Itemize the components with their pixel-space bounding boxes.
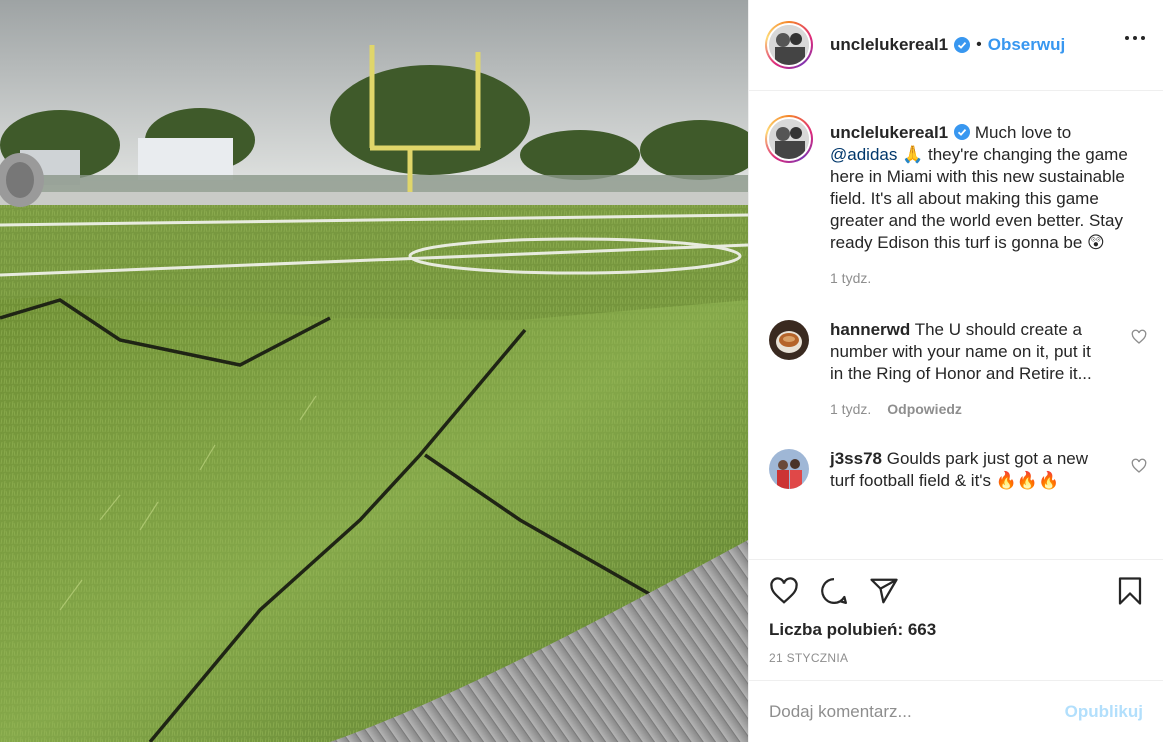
follow-button[interactable]: Obserwuj — [988, 35, 1065, 55]
comment-like-heart-icon[interactable] — [1131, 458, 1147, 474]
add-comment-bar: Opublikuj — [749, 680, 1163, 742]
post-side-panel: unclelukereal1 • Obserwuj unclelukereal1… — [748, 0, 1163, 742]
comment-username[interactable]: hannerwd — [830, 320, 910, 339]
more-options-icon[interactable] — [1125, 36, 1145, 40]
turf-field-photo — [0, 0, 748, 742]
like-count[interactable]: Liczba polubień: 663 — [769, 620, 936, 640]
comments-list[interactable]: unclelukereal1 Much love to @adidas 🙏 th… — [749, 91, 1163, 559]
verified-badge-icon — [954, 37, 971, 53]
publish-button[interactable]: Opublikuj — [1065, 702, 1143, 722]
comment-item: hannerwd The U should create a number wi… — [765, 316, 1147, 417]
comment-timestamp[interactable]: 1 tydz. — [830, 401, 871, 417]
caption-avatar[interactable] — [765, 115, 813, 163]
comment-text: j3ss78 Goulds park just got a new turf f… — [830, 449, 1089, 490]
comment-item: j3ss78 Goulds park just got a new turf f… — [765, 445, 1147, 492]
caption-timestamp: 1 tydz. — [830, 270, 872, 286]
heart-icon[interactable] — [769, 576, 799, 606]
post-actions: Liczba polubień: 663 21 STYCZNIA — [749, 559, 1163, 680]
separator-dot: • — [976, 36, 982, 53]
comment-like-heart-icon[interactable] — [1131, 329, 1147, 345]
mention-link[interactable]: @adidas — [830, 145, 897, 164]
username-link[interactable]: unclelukereal1 — [830, 35, 948, 55]
comment-meta: 1 tydz. Odpowiedz — [830, 401, 1100, 417]
paper-plane-icon[interactable] — [869, 576, 899, 606]
verified-badge-icon — [954, 124, 971, 140]
caption-text: unclelukereal1 Much love to @adidas 🙏 th… — [830, 123, 1128, 252]
comment-input[interactable] — [769, 701, 1049, 722]
coffee-cup-avatar-icon[interactable] — [769, 320, 809, 360]
comment-text: hannerwd The U should create a number wi… — [830, 320, 1092, 383]
comment-icon[interactable] — [819, 576, 849, 606]
bookmark-icon[interactable] — [1115, 576, 1145, 606]
comment-username[interactable]: j3ss78 — [830, 449, 882, 468]
post-header: unclelukereal1 • Obserwuj — [749, 0, 1163, 91]
avatar-photo — [769, 25, 809, 65]
caption: unclelukereal1 Much love to @adidas 🙏 th… — [765, 115, 1147, 286]
post-date[interactable]: 21 STYCZNIA — [769, 651, 848, 665]
group-photo-avatar-icon[interactable] — [769, 449, 809, 489]
instagram-post: unclelukereal1 • Obserwuj unclelukereal1… — [0, 0, 1163, 742]
reply-button[interactable]: Odpowiedz — [887, 401, 962, 417]
profile-avatar[interactable] — [765, 21, 813, 69]
post-photo[interactable] — [0, 0, 748, 742]
caption-username[interactable]: unclelukereal1 — [830, 123, 948, 142]
